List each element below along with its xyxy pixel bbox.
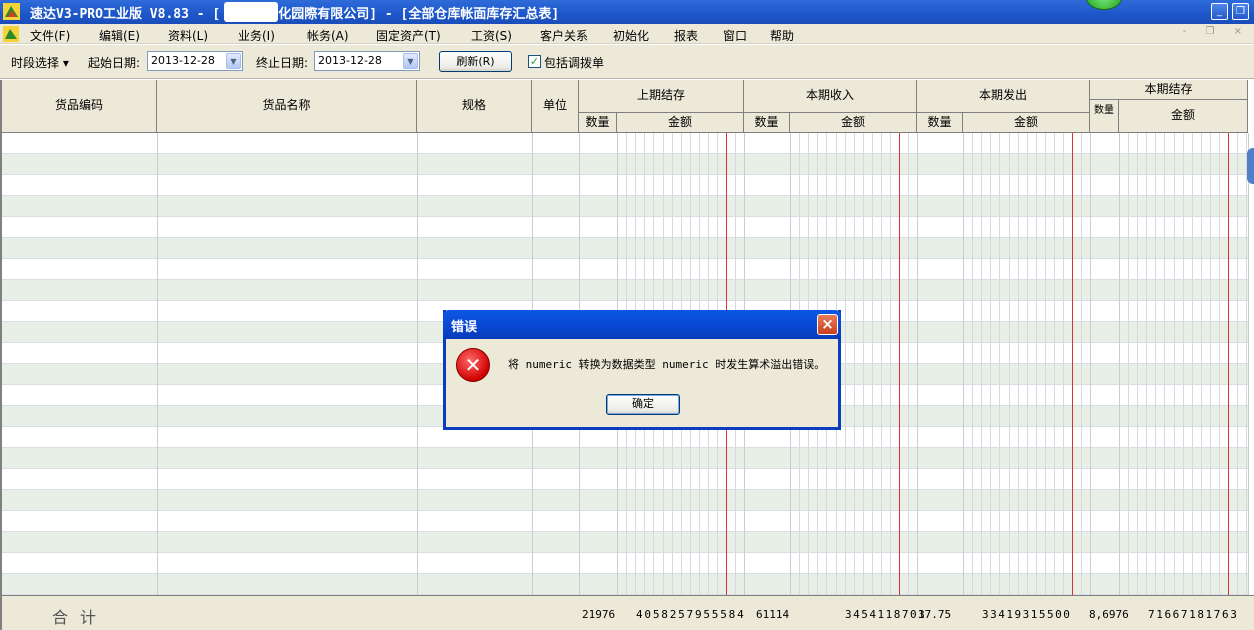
- close-icon[interactable]: ×: [817, 314, 838, 335]
- menu-help[interactable]: 帮助: [770, 27, 794, 44]
- total-in-amount: 3454118703: [845, 608, 927, 621]
- table-row[interactable]: [2, 196, 1248, 217]
- end-date-label: 终止日期:: [256, 56, 309, 70]
- ok-button[interactable]: 确定: [606, 394, 680, 415]
- header-period-out[interactable]: 本期发出: [917, 80, 1090, 113]
- menu-initialize[interactable]: 初始化: [613, 27, 649, 44]
- subheader-out-qty[interactable]: 数量: [917, 113, 963, 133]
- subheader-bal-amount[interactable]: 金额: [1119, 100, 1248, 133]
- menu-edit[interactable]: 编辑(E): [99, 27, 140, 44]
- header-prev-balance[interactable]: 上期结存: [579, 80, 744, 113]
- error-message: 将 numeric 转换为数据类型 numeric 时发生算术溢出错误。: [508, 358, 826, 371]
- table-row[interactable]: [2, 427, 1248, 448]
- table-row[interactable]: [2, 553, 1248, 574]
- app-logo-icon: [3, 3, 20, 20]
- dialog-title-bar: 错误 ×: [443, 310, 841, 339]
- totals-row: 合计 21976 4058257955584 61114 3454118703 …: [2, 595, 1254, 630]
- restore-button[interactable]: ❐: [1232, 3, 1249, 20]
- toolbar: 时段选择 ▾ 起始日期: 2013-12-28 ▼ 终止日期: 2013-12-…: [0, 45, 1254, 79]
- total-out-amount: 33419315500: [982, 608, 1072, 621]
- menu-reports[interactable]: 报表: [674, 27, 698, 44]
- table-row[interactable]: [2, 490, 1248, 511]
- redacted-area: [224, 2, 278, 22]
- table-row[interactable]: [2, 217, 1248, 238]
- window-title: 速达V3-PRO工业版 V8.83 - [化园際有限公司] - [全部仓库帐面库…: [30, 7, 560, 22]
- header-period-balance[interactable]: 本期结存: [1090, 80, 1248, 100]
- period-select[interactable]: 时段选择 ▾: [11, 54, 69, 71]
- error-icon: ✕: [456, 348, 490, 382]
- table-row[interactable]: [2, 238, 1248, 259]
- subheader-in-amount[interactable]: 金额: [790, 113, 917, 133]
- title-bar: 速达V3-PRO工业版 V8.83 - [化园際有限公司] - [全部仓库帐面库…: [0, 0, 1254, 24]
- dialog-title: 错误: [451, 320, 478, 335]
- menu-business[interactable]: 业务(I): [238, 27, 275, 44]
- subheader-bal-qty[interactable]: 数量: [1090, 100, 1119, 133]
- table-row[interactable]: [2, 469, 1248, 490]
- menu-window[interactable]: 窗口: [723, 27, 747, 44]
- chevron-down-icon[interactable]: ▼: [226, 53, 241, 69]
- total-in-qty: 61114: [756, 608, 790, 621]
- start-date-field[interactable]: 2013-12-28 ▼: [147, 51, 243, 71]
- table-row[interactable]: [2, 532, 1248, 553]
- table-row[interactable]: [2, 280, 1248, 301]
- subheader-out-amount[interactable]: 金额: [963, 113, 1090, 133]
- subheader-prev-qty[interactable]: 数量: [579, 113, 617, 133]
- total-bal-qty: 8,6976: [1089, 608, 1129, 621]
- total-prev-amount: 4058257955584: [636, 608, 746, 621]
- table-row[interactable]: [2, 259, 1248, 280]
- document-icon[interactable]: [3, 26, 19, 42]
- table-row[interactable]: [2, 448, 1248, 469]
- table-row[interactable]: [2, 133, 1248, 154]
- table-row[interactable]: [2, 154, 1248, 175]
- error-dialog: 错误 × ✕ 将 numeric 转换为数据类型 numeric 时发生算术溢出…: [443, 310, 841, 430]
- header-period-in[interactable]: 本期收入: [744, 80, 917, 113]
- menu-bar: 文件(F) 编辑(E) 资料(L) 业务(I) 帐务(A) 固定资产(T) 工资…: [0, 24, 1254, 44]
- include-transfer-label: 包括调拨单: [544, 56, 605, 70]
- menu-file[interactable]: 文件(F): [30, 27, 70, 44]
- end-date-value: 2013-12-28: [318, 54, 382, 67]
- side-scroll-tab[interactable]: [1247, 148, 1254, 184]
- minimize-button[interactable]: _: [1211, 3, 1228, 20]
- end-date-field[interactable]: 2013-12-28 ▼: [314, 51, 420, 71]
- menu-accounts[interactable]: 帐务(A): [307, 27, 349, 44]
- mdi-controls[interactable]: - ❐ ×: [1183, 26, 1250, 37]
- header-code[interactable]: 货品编码: [2, 80, 157, 133]
- start-date-label: 起始日期:: [88, 56, 141, 70]
- totals-label: 合计: [52, 608, 109, 627]
- header-spec[interactable]: 规格: [417, 80, 532, 133]
- chevron-down-icon[interactable]: ▼: [403, 53, 418, 69]
- status-indicator-icon: [1086, 0, 1122, 10]
- table-row[interactable]: [2, 175, 1248, 196]
- menu-crm[interactable]: 客户关系: [540, 27, 588, 44]
- include-transfer-checkbox[interactable]: ✓: [528, 55, 541, 68]
- table-row[interactable]: [2, 574, 1248, 595]
- menu-fixed-assets[interactable]: 固定资产(T): [376, 27, 441, 44]
- table-row[interactable]: [2, 511, 1248, 532]
- total-bal-amount: 71667181763: [1148, 608, 1239, 621]
- header-name[interactable]: 货品名称: [157, 80, 417, 133]
- refresh-button[interactable]: 刷新(R): [439, 51, 512, 72]
- menu-payroll[interactable]: 工资(S): [471, 27, 512, 44]
- total-prev-qty: 21976: [582, 608, 616, 621]
- header-unit[interactable]: 单位: [532, 80, 579, 133]
- total-out-qty: 17.75: [918, 608, 952, 621]
- subheader-in-qty[interactable]: 数量: [744, 113, 790, 133]
- start-date-value: 2013-12-28: [151, 54, 215, 67]
- menu-data[interactable]: 资料(L): [168, 27, 208, 44]
- subheader-prev-amount[interactable]: 金额: [617, 113, 744, 133]
